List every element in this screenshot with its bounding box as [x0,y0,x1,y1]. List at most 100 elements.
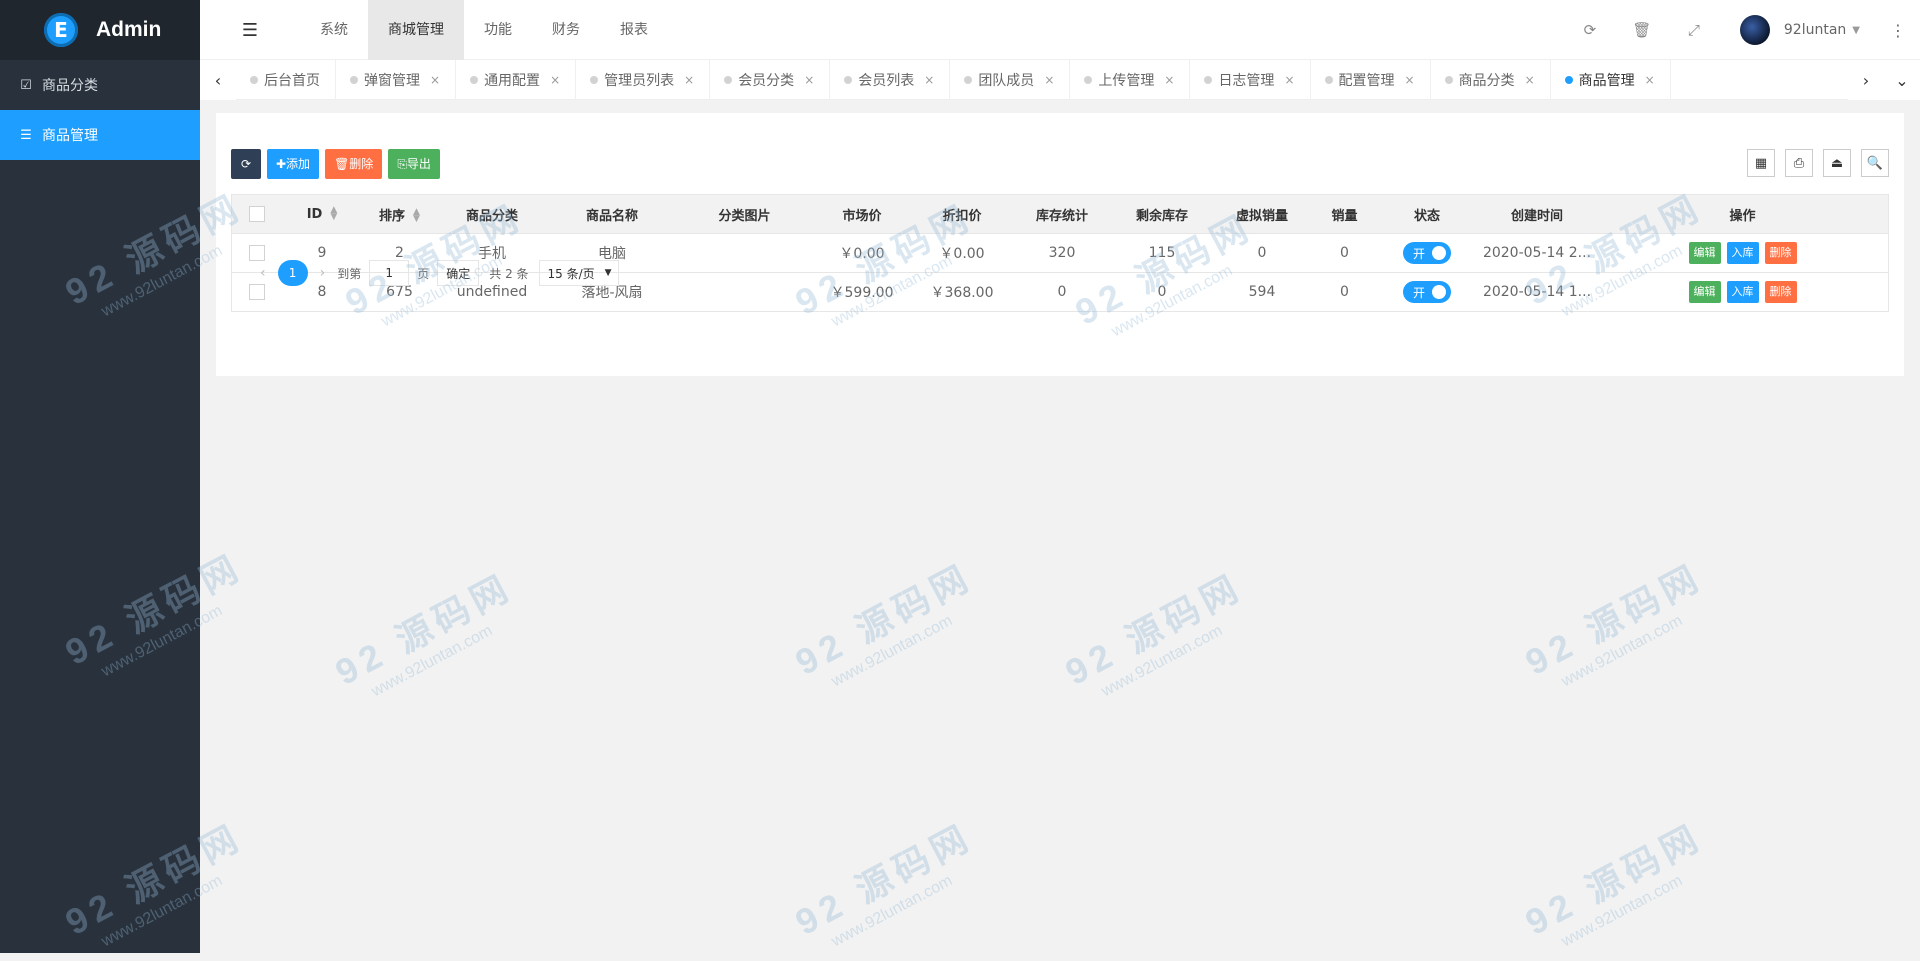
close-icon[interactable]: × [924,73,934,87]
next-page-icon[interactable]: › [320,265,326,281]
topnav-item-report[interactable]: 报表 [600,0,668,60]
search-icon[interactable]: 🔍 [1861,149,1889,177]
tab-general-config[interactable]: 通用配置 × [456,60,577,100]
tab-product-category[interactable]: 商品分类 × [1431,60,1551,100]
select-all-checkbox[interactable] [249,206,265,222]
prev-page-icon[interactable]: ‹ [260,265,266,281]
watermark-url: www.92luntan.com [828,612,956,691]
more-icon[interactable]: ⋮ [1890,21,1906,40]
goto-confirm-button[interactable]: 确定 [437,260,480,286]
status-toggle[interactable]: 开 [1403,281,1451,303]
tab-admin-list[interactable]: 管理员列表 × [576,60,711,100]
sidebar-item-label: 商品分类 [42,78,98,94]
tab-label: 管理员列表 [604,73,675,89]
close-icon[interactable]: × [430,73,440,87]
watermark: 92 源码网 www.92luntan.com [785,809,989,961]
cell-created: 2020-05-14 1... [1477,272,1597,312]
close-icon[interactable]: × [684,73,694,87]
print-icon[interactable]: ⎙ [1785,149,1813,177]
close-icon[interactable]: × [1164,73,1174,87]
status-toggle[interactable]: 开 [1403,242,1451,264]
chevron-down-icon: ▼ [604,268,612,278]
col-sort[interactable]: 排序 ▲ ▼ [362,194,437,234]
tab-label: 商品分类 [1458,73,1515,89]
username[interactable]: 92luntan [1784,22,1846,38]
refresh-icon[interactable]: ⟳ [1564,21,1616,39]
close-icon[interactable]: × [1044,73,1054,87]
row-checkbox[interactable] [249,245,265,261]
tab-prev-icon[interactable]: ‹ [200,60,236,100]
columns-icon[interactable]: ▦ [1747,149,1775,177]
sidebar-item-product-category[interactable]: ☑ 商品分类 [0,60,200,110]
close-icon[interactable]: × [1405,73,1415,87]
page-size-value: 15 条/页 [547,266,595,281]
tab-menu-icon[interactable]: ⌄ [1884,60,1920,100]
tab-label: 日志管理 [1218,73,1275,89]
chevron-down-icon[interactable]: ▼ [1852,25,1860,36]
close-icon[interactable]: × [550,73,560,87]
fullscreen-icon[interactable]: ⤢ [1668,21,1720,39]
edit-button[interactable]: 编辑 [1688,281,1721,303]
fold-menu-icon[interactable]: ☰ [200,0,300,60]
sort-icon[interactable]: ▲ ▼ [413,208,420,224]
watermark-url: www.92luntan.com [1558,612,1686,691]
row-checkbox[interactable] [249,284,265,300]
tab-list: 后台首页 弹窗管理 × 通用配置 × 管理员列表 × 会员分类 × 会员列表 × 团队成员… [236,60,1671,100]
tab-upload-manage[interactable]: 上传管理 × [1070,60,1191,100]
watermark-brand: 92 源码网 [1518,815,1710,943]
tab-home[interactable]: 后台首页 [236,60,336,100]
add-button[interactable]: ✚添加 [267,149,320,179]
tab-popup-manage[interactable]: 弹窗管理 × [336,60,457,100]
delete-row-button[interactable]: 删除 [1764,242,1797,264]
trash-icon[interactable]: 🗑 [1616,21,1668,39]
tab-log-manage[interactable]: 日志管理 × [1190,60,1311,100]
tab-team-members[interactable]: 团队成员 × [950,60,1071,100]
select-all-cell [231,194,282,234]
logo[interactable]: E Admin [0,0,200,60]
topnav-item-finance[interactable]: 财务 [532,0,600,60]
tab-label: 团队成员 [978,73,1035,89]
sort-icon[interactable]: ▲ ▼ [330,206,337,222]
tab-product-manage[interactable]: 商品管理 × [1551,60,1671,100]
cell-virtual-sales: 0 [1212,233,1312,273]
goto-page-input[interactable]: 1 [369,260,410,286]
top-nav: ☰ 系统 商城管理 功能 财务 报表 [200,0,668,60]
topnav-item-mall[interactable]: 商城管理 [368,0,464,60]
tab-member-category[interactable]: 会员分类 × [710,60,831,100]
cell-image [677,272,812,312]
toggle-knob [1432,246,1446,260]
export-button[interactable]: ⎘导出 [388,149,440,179]
cell-created: 2020-05-14 2... [1477,233,1597,273]
stock-in-button[interactable]: 入库 [1726,281,1759,303]
watermark: 92 源码网 www.92luntan.com [785,549,989,702]
close-icon[interactable]: × [1284,73,1294,87]
sidebar-item-product-manage[interactable]: ☰ 商品管理 [0,110,200,160]
avatar[interactable] [1739,15,1770,45]
tab-dot [724,76,733,84]
delete-row-button[interactable]: 删除 [1764,281,1797,303]
tab-dot [844,76,853,84]
topnav-item-system[interactable]: 系统 [300,0,368,60]
stock-in-button[interactable]: 入库 [1726,242,1759,264]
refresh-button[interactable]: ⟳ [231,149,261,179]
tab-config-manage[interactable]: 配置管理 × [1311,60,1431,100]
tab-dot [964,76,973,84]
tab-next-icon[interactable]: › [1848,60,1884,100]
close-icon[interactable]: × [804,73,814,87]
delete-button[interactable]: 🗑删除 [325,149,383,179]
edit-button[interactable]: 编辑 [1688,242,1721,264]
page-current[interactable]: 1 [277,260,308,286]
close-icon[interactable]: × [1645,73,1655,87]
col-id[interactable]: ID ▲ ▼ [282,194,362,234]
close-icon[interactable]: × [1525,73,1535,87]
tab-member-list[interactable]: 会员列表 × [830,60,951,100]
cell-stock-total: 320 [1012,233,1112,273]
top-header: ☰ 系统 商城管理 功能 财务 报表 ⟳ 🗑 ⤢ 92luntan ▼ ⋮ [200,0,1920,60]
topnav-item-function[interactable]: 功能 [464,0,532,60]
col-label: ID [306,206,323,222]
export-icon[interactable]: ⏏ [1823,149,1851,177]
watermark: 92 源码网 www.92luntan.com [325,559,529,712]
watermark-brand: 92 源码网 [1058,565,1250,693]
page-size-select[interactable]: 15 条/页 ▼ [538,260,619,286]
cell-market-price: ￥599.00 [812,272,912,312]
